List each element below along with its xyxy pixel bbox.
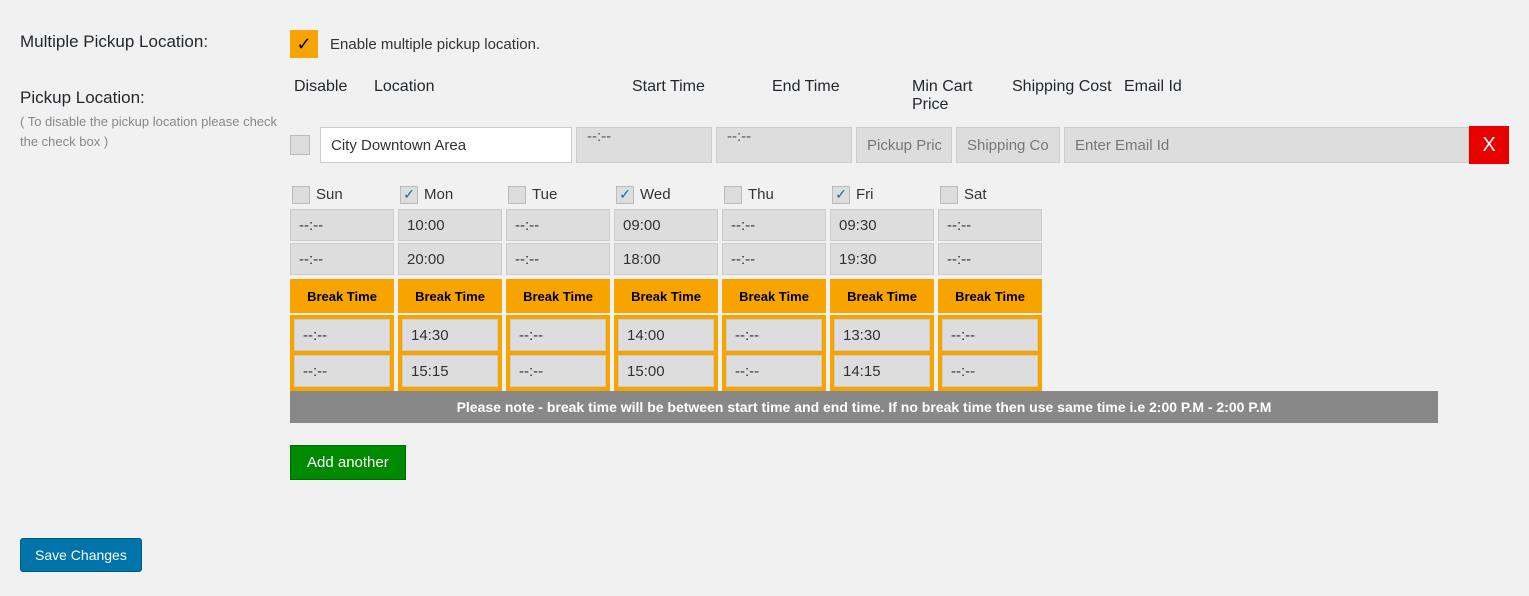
day-col-thu: Thu--:----:--Break Time--:----:-- — [722, 182, 826, 391]
location-row: --:-- --:-- X — [290, 126, 1509, 164]
day-label: Thu — [748, 186, 774, 203]
day-label: Mon — [424, 186, 453, 203]
day-label: Fri — [856, 186, 874, 203]
break-start-input[interactable]: 14:00 — [618, 319, 714, 351]
day-label: Tue — [532, 186, 557, 203]
break-end-input[interactable]: --:-- — [942, 355, 1038, 387]
break-header: Break Time — [614, 279, 718, 313]
day-checkbox-mon[interactable]: ✓ — [400, 186, 418, 204]
delete-location-button[interactable]: X — [1469, 126, 1509, 164]
break-end-input[interactable]: 14:15 — [834, 355, 930, 387]
label-multiple-pickup: Multiple Pickup Location: — [20, 32, 290, 52]
day-col-fri: ✓ Fri 09:3019:30 Break Time 13:30 14:15 — [830, 182, 934, 391]
days-row: Sun--:----:--Break Time--:----:--✓Mon10:… — [290, 182, 1509, 391]
header-email: Email Id — [1120, 76, 1509, 116]
break-end-input[interactable]: 15:00 — [618, 355, 714, 387]
day-checkbox-sat[interactable] — [940, 186, 958, 204]
day-label: Sat — [964, 186, 987, 203]
break-header: Break Time — [830, 279, 934, 313]
break-header: Break Time — [506, 279, 610, 313]
day-checkbox-wed[interactable]: ✓ — [616, 186, 634, 204]
day-checkbox-thu[interactable] — [724, 186, 742, 204]
day-end-input[interactable]: 19:30 — [830, 243, 934, 275]
location-input[interactable] — [320, 127, 572, 163]
break-end-input[interactable]: --:-- — [726, 355, 822, 387]
day-label: Wed — [640, 186, 671, 203]
day-end-input[interactable]: 20:00 — [398, 243, 502, 275]
day-start-input[interactable]: --:-- — [506, 209, 610, 241]
label-pickup-location: Pickup Location: — [20, 88, 290, 108]
break-start-input[interactable]: --:-- — [726, 319, 822, 351]
day-start-input[interactable]: --:-- — [290, 209, 394, 241]
day-label: Sun — [316, 186, 343, 203]
day-start-input[interactable]: --:-- — [722, 209, 826, 241]
day-col-wed: ✓ Wed 09:0018:00 Break Time 14:00 15:00 — [614, 182, 718, 391]
break-note: Please note - break time will be between… — [290, 391, 1438, 423]
shipping-input[interactable] — [956, 127, 1060, 163]
break-end-input[interactable]: --:-- — [510, 355, 606, 387]
start-time-input[interactable]: --:-- — [576, 127, 712, 163]
day-start-input[interactable]: 10:00 — [398, 209, 502, 241]
break-header: Break Time — [938, 279, 1042, 313]
day-end-input[interactable]: --:-- — [938, 243, 1042, 275]
day-end-input[interactable]: --:-- — [722, 243, 826, 275]
day-end-input[interactable]: --:-- — [506, 243, 610, 275]
break-header: Break Time — [722, 279, 826, 313]
email-input[interactable] — [1064, 127, 1469, 163]
day-end-input[interactable]: 18:00 — [614, 243, 718, 275]
enable-multiple-checkbox[interactable]: ✓ — [290, 30, 318, 58]
day-col-tue: Tue--:----:--Break Time--:----:-- — [506, 182, 610, 391]
header-mincart: Min Cart Price — [908, 76, 1008, 116]
day-start-input[interactable]: --:-- — [938, 209, 1042, 241]
locations-header-row: Disable Location Start Time End Time Min… — [290, 76, 1509, 116]
add-another-button[interactable]: Add another — [290, 445, 406, 480]
mincart-input[interactable] — [856, 127, 952, 163]
day-checkbox-fri[interactable]: ✓ — [832, 186, 850, 204]
day-checkbox-tue[interactable] — [508, 186, 526, 204]
header-disable: Disable — [290, 76, 370, 116]
day-col-mon: ✓ Mon 10:0020:00 Break Time 14:30 15:15 — [398, 182, 502, 391]
enable-multiple-text: Enable multiple pickup location. — [330, 36, 540, 53]
end-time-input[interactable]: --:-- — [716, 127, 852, 163]
break-header: Break Time — [290, 279, 394, 313]
break-header: Break Time — [398, 279, 502, 313]
break-start-input[interactable]: --:-- — [510, 319, 606, 351]
label-pickup-sub: ( To disable the pickup location please … — [20, 112, 290, 151]
break-start-input[interactable]: 14:30 — [402, 319, 498, 351]
header-end: End Time — [768, 76, 908, 116]
break-end-input[interactable]: 15:15 — [402, 355, 498, 387]
day-end-input[interactable]: --:-- — [290, 243, 394, 275]
day-start-input[interactable]: 09:30 — [830, 209, 934, 241]
disable-checkbox[interactable] — [290, 135, 310, 155]
break-start-input[interactable]: --:-- — [942, 319, 1038, 351]
header-location: Location — [370, 76, 628, 116]
day-start-input[interactable]: 09:00 — [614, 209, 718, 241]
save-changes-button[interactable]: Save Changes — [20, 538, 142, 572]
day-col-sat: Sat--:----:--Break Time--:----:-- — [938, 182, 1042, 391]
day-checkbox-sun[interactable] — [292, 186, 310, 204]
break-end-input[interactable]: --:-- — [294, 355, 390, 387]
header-ship: Shipping Cost — [1008, 76, 1116, 116]
break-start-input[interactable]: --:-- — [294, 319, 390, 351]
header-start: Start Time — [628, 76, 768, 116]
break-start-input[interactable]: 13:30 — [834, 319, 930, 351]
day-col-sun: Sun--:----:--Break Time--:----:-- — [290, 182, 394, 391]
